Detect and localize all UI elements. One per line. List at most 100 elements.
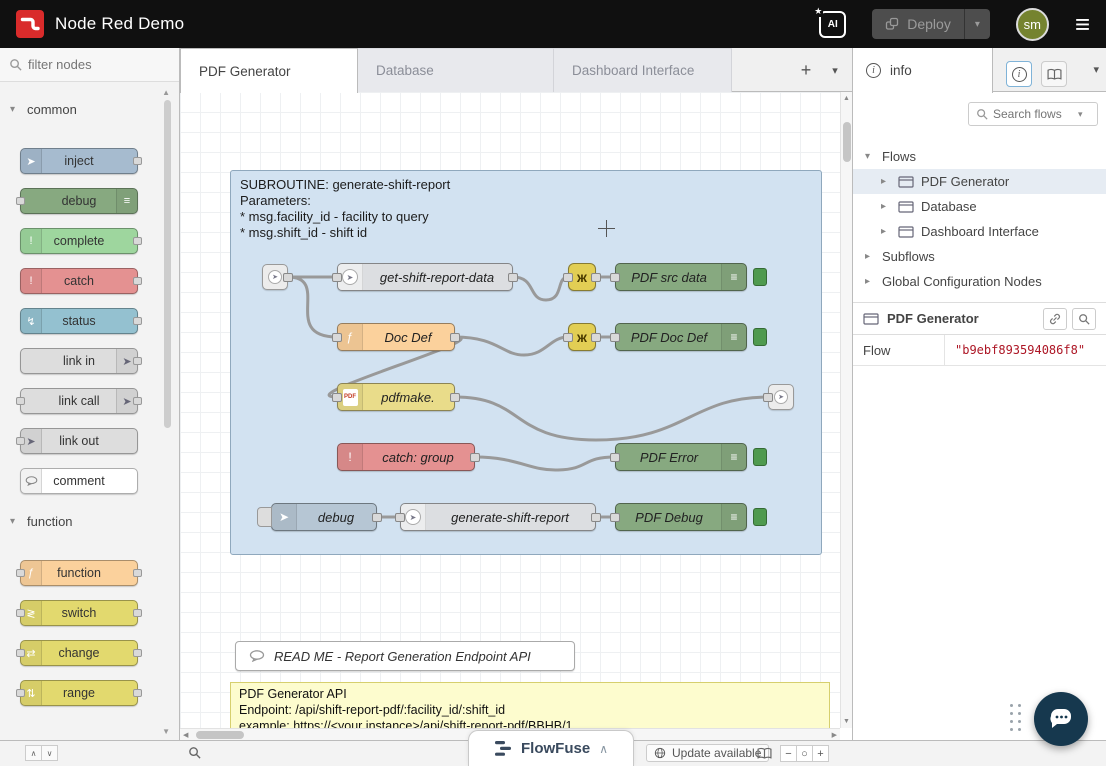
node-bug-1[interactable]: ж xyxy=(568,263,596,291)
output-port[interactable] xyxy=(591,273,601,282)
palette-node-catch[interactable]: ! catch xyxy=(20,268,138,294)
debug-toggle-button[interactable] xyxy=(753,448,767,466)
input-port[interactable] xyxy=(763,393,773,402)
horizontal-scroll-thumb[interactable] xyxy=(196,731,244,739)
palette-filter-input[interactable] xyxy=(28,57,146,72)
tree-item-subflows[interactable]: ▸ Subflows xyxy=(853,244,1106,269)
input-port[interactable] xyxy=(395,513,405,522)
palette-node-status[interactable]: ↯ status xyxy=(20,308,138,334)
scroll-left-button[interactable]: ◀ xyxy=(183,731,188,739)
tab-dashboard-interface[interactable]: Dashboard Interface xyxy=(554,48,732,92)
node-link-in[interactable]: ➤ xyxy=(262,264,288,290)
flow-canvas[interactable]: SUBROUTINE: generate-shift-report Parame… xyxy=(180,92,840,728)
node-generate-shift-report[interactable]: ➤ generate-shift-report xyxy=(400,503,596,531)
input-port[interactable] xyxy=(610,333,620,342)
palette-node-range[interactable]: ⇅ range xyxy=(20,680,138,706)
input-port[interactable] xyxy=(610,513,620,522)
tab-database[interactable]: Database xyxy=(358,48,554,92)
palette-node-comment[interactable]: comment xyxy=(20,468,138,494)
zoom-to-flow-button[interactable] xyxy=(1072,308,1096,330)
palette-node-link-in[interactable]: ➤ link in xyxy=(20,348,138,374)
sidebar-tab-help[interactable] xyxy=(1041,61,1067,87)
output-port[interactable] xyxy=(372,513,382,522)
deploy-options-button[interactable]: ▾ xyxy=(964,9,990,39)
resize-handle[interactable] xyxy=(1010,704,1022,732)
flow-search-input[interactable] xyxy=(993,107,1073,121)
input-port[interactable] xyxy=(332,333,342,342)
node-comment-readme[interactable]: READ ME - Report Generation Endpoint API xyxy=(235,641,575,671)
inject-button[interactable] xyxy=(257,507,272,527)
palette-node-link-call[interactable]: ➤ link call xyxy=(20,388,138,414)
node-doc-def[interactable]: ƒ Doc Def xyxy=(337,323,455,351)
input-port[interactable] xyxy=(610,453,620,462)
user-avatar[interactable]: sm xyxy=(1016,8,1049,41)
wire[interactable] xyxy=(288,277,337,337)
output-port[interactable] xyxy=(450,333,460,342)
zoom-out-button[interactable]: − xyxy=(780,745,797,762)
input-port[interactable] xyxy=(610,273,620,282)
node-pdf-doc-def[interactable]: PDF Doc Def ≡ xyxy=(615,323,747,351)
scroll-up-button[interactable]: ▲ xyxy=(843,95,850,102)
tree-item-flows[interactable]: ▾ Flows xyxy=(853,144,1106,169)
scroll-right-button[interactable]: ▶ xyxy=(832,731,837,739)
debug-toggle-button[interactable] xyxy=(753,328,767,346)
ai-assistant-button[interactable]: ★ AI xyxy=(819,11,846,38)
deploy-button[interactable]: Deploy ▾ xyxy=(872,9,990,39)
chat-button[interactable] xyxy=(1034,692,1088,746)
add-flow-button[interactable]: + xyxy=(794,57,818,83)
scroll-down-button[interactable]: ▼ xyxy=(843,718,850,725)
output-port[interactable] xyxy=(450,393,460,402)
debug-toggle-button[interactable] xyxy=(753,508,767,526)
tree-item-pdf-generator[interactable]: ▸ PDF Generator xyxy=(853,169,1106,194)
node-pdf-error[interactable]: PDF Error ≡ xyxy=(615,443,747,471)
sidebar-tabs-menu-button[interactable]: ▾ xyxy=(1093,63,1099,76)
input-port[interactable] xyxy=(563,273,573,282)
vertical-scroll-thumb[interactable] xyxy=(843,122,851,162)
sidebar-tab-info-icon[interactable]: i xyxy=(1006,61,1032,87)
node-pdf-src-data[interactable]: PDF src data ≡ xyxy=(615,263,747,291)
palette-category-function[interactable]: ▾ function xyxy=(0,508,179,534)
palette-node-switch[interactable]: ≷ switch xyxy=(20,600,138,626)
canvas-vertical-scrollbar[interactable]: ▲ ▼ xyxy=(840,92,852,728)
tree-item-global-config[interactable]: ▸ Global Configuration Nodes xyxy=(853,269,1106,294)
palette-node-change[interactable]: ⇄ change xyxy=(20,640,138,666)
sidebar-tab-info[interactable]: i info xyxy=(853,48,993,93)
expand-categories-button[interactable]: ∨ xyxy=(41,745,58,761)
deploy-main[interactable]: Deploy xyxy=(872,9,964,39)
output-port[interactable] xyxy=(591,513,601,522)
node-catch-group[interactable]: ! catch: group xyxy=(337,443,475,471)
node-bug-2[interactable]: ж xyxy=(568,323,596,351)
palette-scroll-up[interactable]: ▲ xyxy=(162,88,170,97)
main-menu-button[interactable]: ≡ xyxy=(1075,11,1090,37)
docs-button[interactable] xyxy=(757,747,772,765)
input-port[interactable] xyxy=(332,273,342,282)
wire[interactable] xyxy=(455,337,568,355)
palette-node-inject[interactable]: ➤ inject xyxy=(20,148,138,174)
flow-list-button[interactable]: ▾ xyxy=(825,57,845,83)
update-available[interactable]: Update available xyxy=(646,744,769,762)
palette-scroll-down[interactable]: ▼ xyxy=(162,727,170,736)
node-debug-inject[interactable]: ➤ debug xyxy=(271,503,377,531)
output-port[interactable] xyxy=(470,453,480,462)
palette-node-function[interactable]: ƒ function xyxy=(20,560,138,586)
node-link-out[interactable]: ➤ xyxy=(768,384,794,410)
tree-item-dashboard-interface[interactable]: ▸ Dashboard Interface xyxy=(853,219,1106,244)
node-pdf-debug[interactable]: PDF Debug ≡ xyxy=(615,503,747,531)
collapse-categories-button[interactable]: ∧ xyxy=(25,745,42,761)
output-port[interactable] xyxy=(508,273,518,282)
palette-category-common[interactable]: ▾ common xyxy=(0,96,179,122)
flowfuse-banner[interactable]: FlowFuse ∧ xyxy=(468,730,634,766)
wire[interactable] xyxy=(513,277,568,300)
input-port[interactable] xyxy=(563,333,573,342)
zoom-reset-button[interactable]: ○ xyxy=(796,745,813,762)
tree-item-database[interactable]: ▸ Database xyxy=(853,194,1106,219)
tab-pdf-generator[interactable]: PDF Generator xyxy=(180,48,358,93)
palette-scrollbar-thumb[interactable] xyxy=(164,100,171,428)
node-get-shift-report-data[interactable]: ➤ get-shift-report-data xyxy=(337,263,513,291)
palette-node-link-out[interactable]: ➤ link out xyxy=(20,428,138,454)
wire[interactable] xyxy=(455,397,768,440)
palette-node-debug[interactable]: ≡ debug xyxy=(20,188,138,214)
zoom-in-button[interactable]: + xyxy=(812,745,829,762)
input-port[interactable] xyxy=(332,393,342,402)
api-note[interactable]: PDF Generator API Endpoint: /api/shift-r… xyxy=(230,682,830,728)
